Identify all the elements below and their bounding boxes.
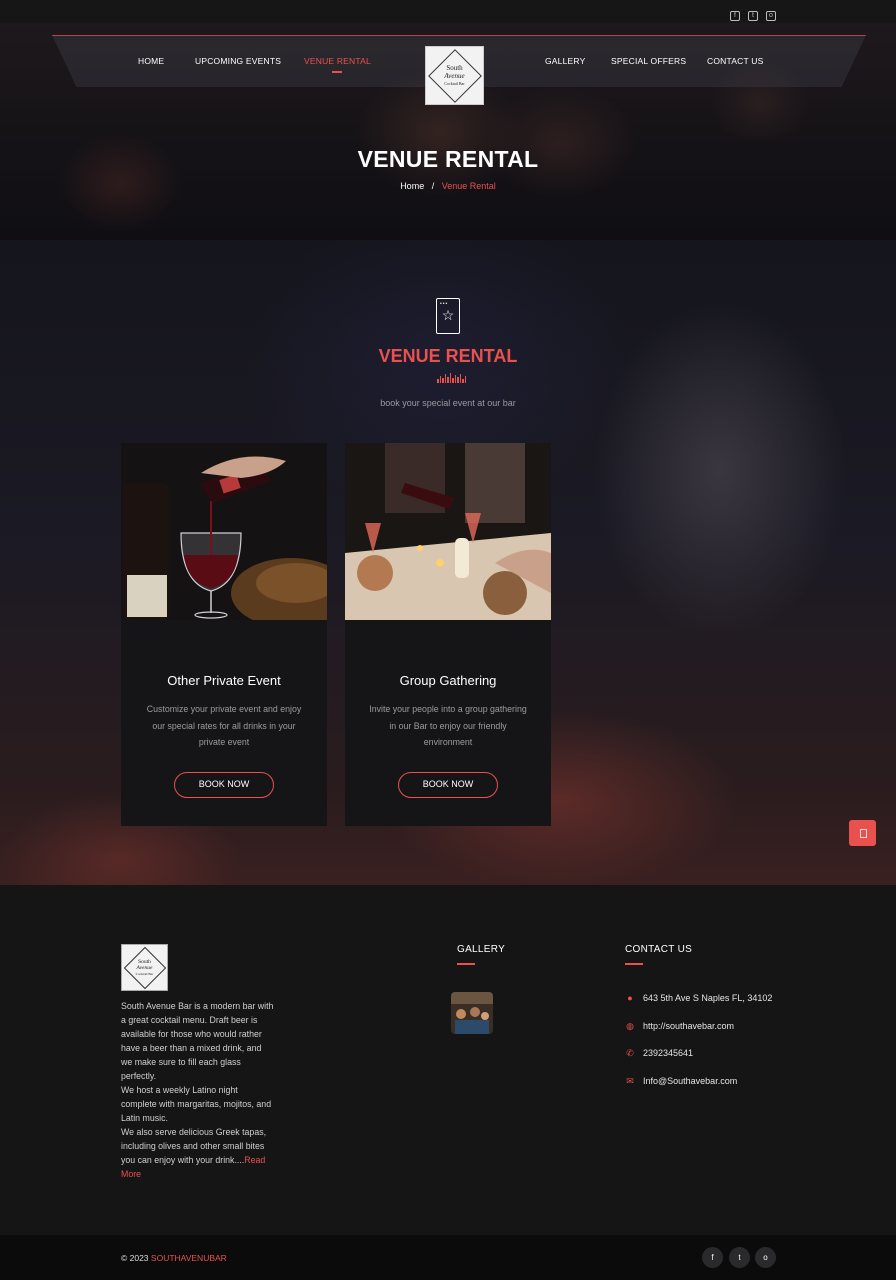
section-title: VENUE RENTAL — [378, 346, 518, 366]
bottom-bar: © 2023 SOUTHAVENUBAR f t o — [0, 1235, 896, 1280]
contact-email[interactable]: ✉ Info@Southavebar.com — [625, 1076, 737, 1086]
footer-contact-heading: CONTACT US — [625, 944, 693, 965]
logo-line-1: South — [446, 63, 463, 72]
card-title: Other Private Event — [167, 673, 281, 688]
card-group-gathering: Group Gathering Invite your people into … — [345, 443, 551, 826]
section-subtitle: book your special event at our bar — [380, 398, 516, 408]
twitter-icon[interactable]: t — [748, 11, 758, 21]
instagram-icon[interactable]: o — [755, 1247, 776, 1268]
top-social-links: f t o — [730, 11, 776, 21]
card-title: Group Gathering — [399, 673, 497, 688]
footer-logo[interactable]: South Avenue Cocktail Bar — [121, 944, 168, 991]
breadcrumb-home[interactable]: Home — [400, 181, 424, 191]
contact-email-text[interactable]: Info@Southavebar.com — [643, 1076, 737, 1086]
logo-line-1: South — [138, 958, 151, 965]
contact-phone-text[interactable]: 2392345641 — [643, 1048, 693, 1058]
nav-venue-rental[interactable]: VENUE RENTAL — [304, 56, 371, 73]
scroll-to-top-button[interactable] — [849, 820, 876, 846]
book-now-button[interactable]: BOOK NOW — [398, 772, 498, 798]
logo-line-3: Cocktail Bar — [444, 80, 465, 86]
breadcrumb-current: Venue Rental — [441, 181, 496, 191]
card-other-private-event: Other Private Event Customize your priva… — [121, 443, 327, 826]
venue-rental-section: ••• ☆ VENUE RENTAL book your special eve… — [0, 240, 896, 885]
nav-gallery[interactable]: GALLERY — [545, 56, 585, 66]
copyright-brand-link[interactable]: SOUTHAVENUBAR — [151, 1253, 227, 1263]
event-ticket-star-icon: ••• ☆ — [436, 298, 460, 334]
nav-special-offers[interactable]: SPECIAL OFFERS — [611, 56, 686, 66]
top-bar: f t o — [0, 0, 896, 23]
nav-contact-us[interactable]: CONTACT US — [707, 56, 763, 66]
about-paragraph: South Avenue Bar is a modern bar with a … — [121, 1001, 274, 1081]
footer-gallery-heading: GALLERY — [457, 944, 506, 965]
logo-line-2: Avenue — [444, 71, 465, 80]
equalizer-divider-icon — [437, 373, 466, 383]
breadcrumb: Home / Venue Rental — [0, 181, 896, 191]
breadcrumb-separator: / — [431, 181, 435, 191]
hero-banner: HOME UPCOMING EVENTS VENUE RENTAL South … — [0, 23, 896, 240]
contact-address-text: 643 5th Ave S Naples FL, 34102 — [643, 993, 773, 1003]
copyright-year: © 2023 — [121, 1253, 149, 1263]
card-description: Customize your private event and enjoy o… — [146, 704, 302, 747]
site-logo[interactable]: South Avenue Cocktail Bar — [425, 46, 484, 105]
contact-website-text[interactable]: http://southavebar.com — [643, 1021, 734, 1031]
card-image-group-dinner — [345, 443, 551, 620]
instagram-icon[interactable]: o — [766, 11, 776, 21]
copyright: © 2023 SOUTHAVENUBAR — [121, 1253, 227, 1263]
gallery-thumbnail[interactable] — [451, 992, 493, 1034]
card-image-wine-pour — [121, 443, 327, 620]
nav-home[interactable]: HOME — [138, 56, 164, 66]
nav-upcoming-events[interactable]: UPCOMING EVENTS — [195, 56, 281, 66]
book-now-button[interactable]: BOOK NOW — [174, 772, 274, 798]
logo-line-2: Avenue — [136, 964, 153, 971]
footer: South Avenue Cocktail Bar South Avenue B… — [0, 885, 896, 1235]
facebook-icon[interactable]: f — [730, 11, 740, 21]
logo-line-3: Cocktail Bar — [135, 971, 154, 976]
footer-about-text: South Avenue Bar is a modern bar with a … — [121, 999, 275, 1181]
about-paragraph: We host a weekly Latino night complete w… — [121, 1085, 272, 1123]
card-description: Invite your people into a group gatherin… — [369, 704, 527, 747]
envelope-icon: ✉ — [626, 1076, 634, 1086]
twitter-icon[interactable]: t — [729, 1247, 750, 1268]
contact-address: ● 643 5th Ave S Naples FL, 34102 — [625, 993, 772, 1003]
contact-phone[interactable]: ✆ 2392345641 — [625, 1048, 693, 1058]
contact-website[interactable]: ◍ http://southavebar.com — [625, 1021, 734, 1031]
page-title: VENUE RENTAL — [357, 146, 539, 172]
globe-icon: ◍ — [626, 1021, 634, 1031]
facebook-icon[interactable]: f — [702, 1247, 723, 1268]
phone-icon: ✆ — [626, 1048, 634, 1058]
map-pin-icon: ● — [627, 993, 633, 1003]
